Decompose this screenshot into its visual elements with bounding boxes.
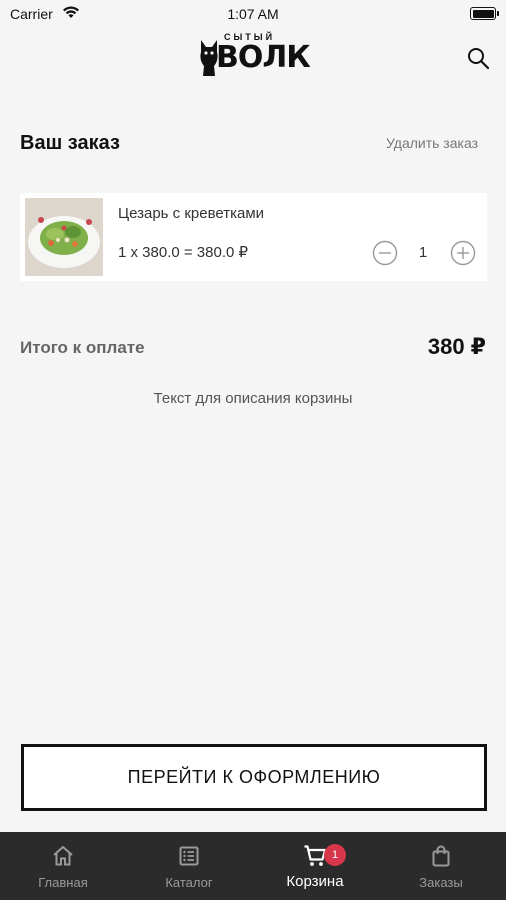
salad-image: [25, 198, 103, 276]
status-bar: Carrier 1:07 AM: [0, 0, 506, 28]
bag-icon: [432, 845, 450, 867]
tab-label: Заказы: [419, 875, 463, 890]
app-header: СЫТЫЙ ВОЛК: [0, 28, 506, 92]
plus-circle-icon: [450, 240, 476, 266]
tab-label: Каталог: [165, 875, 213, 890]
delete-order-button[interactable]: Удалить заказ: [386, 135, 478, 151]
decrease-quantity-button[interactable]: [372, 240, 398, 266]
tab-label: Корзина: [286, 873, 344, 890]
increase-quantity-button[interactable]: [450, 240, 476, 266]
item-price-line: 1 x 380.0 = 380.0 ₽: [118, 244, 249, 261]
clock: 1:07 AM: [227, 6, 279, 22]
search-button[interactable]: [464, 44, 492, 72]
home-icon: [53, 846, 73, 866]
total-row: Итого к оплате 380 ₽: [20, 334, 486, 364]
item-name[interactable]: Цезарь с креветками: [118, 205, 264, 222]
quantity-value: 1: [418, 244, 428, 261]
tab-home[interactable]: Главная: [0, 832, 126, 900]
logo-title: ВОЛК: [216, 40, 311, 75]
search-icon: [468, 48, 490, 70]
tab-bar: Главная Каталог 1 Корзина Заказы: [0, 832, 506, 900]
tab-orders[interactable]: Заказы: [378, 832, 504, 900]
tab-label: Главная: [38, 875, 88, 890]
cart-item: Цезарь с креветками 1 x 380.0 = 380.0 ₽ …: [20, 193, 487, 281]
minus-circle-icon: [372, 240, 398, 266]
page-title: Ваш заказ: [20, 132, 120, 154]
checkout-button[interactable]: ПЕРЕЙТИ К ОФОРМЛЕНИЮ: [21, 744, 487, 811]
total-value: 380 ₽: [427, 334, 486, 359]
tab-cart[interactable]: 1 Корзина: [252, 832, 378, 900]
order-header: Ваш заказ Удалить заказ: [20, 130, 486, 158]
catalog-icon: [179, 846, 199, 866]
logo: СЫТЫЙ ВОЛК: [198, 32, 311, 84]
cart-count-badge: 1: [324, 844, 346, 866]
cart-description: Текст для описания корзины: [153, 390, 353, 407]
item-image: [25, 198, 103, 276]
checkout-button-label: ПЕРЕЙТИ К ОФОРМЛЕНИЮ: [127, 767, 381, 787]
tab-catalog[interactable]: Каталог: [126, 832, 252, 900]
total-label: Итого к оплате: [20, 338, 145, 357]
battery-icon: [470, 7, 499, 20]
